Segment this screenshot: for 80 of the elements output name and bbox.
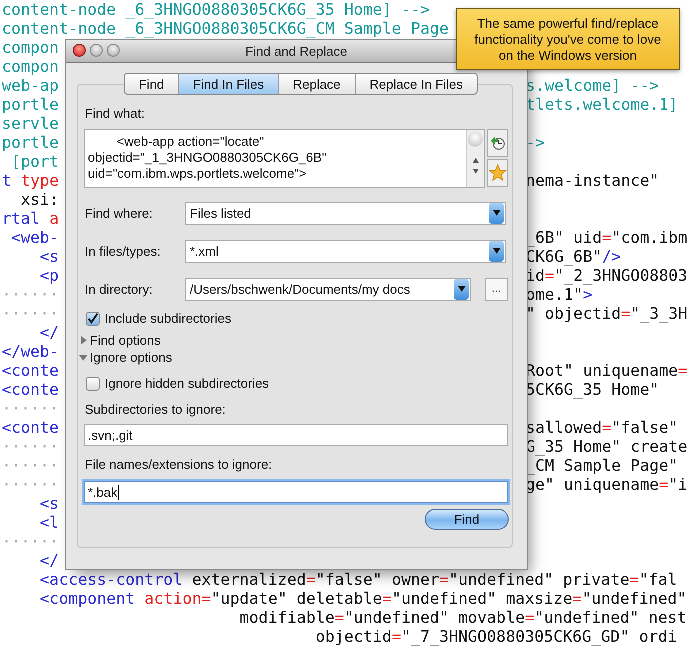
scrollbar[interactable] <box>466 130 484 187</box>
code-line: <l <box>39 513 60 532</box>
field-label: File names/extensions to ignore: <box>85 457 274 474</box>
file-types-dropdown[interactable]: *.xml <box>185 240 506 262</box>
checkbox[interactable] <box>86 312 100 326</box>
code-line: web-ap <box>2 76 60 95</box>
tab[interactable]: Replace In Files <box>354 74 478 94</box>
code-line: -> <box>526 133 546 152</box>
whitespace-marks: ······ <box>2 437 60 456</box>
history-button[interactable] <box>487 129 508 157</box>
checkbox-label[interactable]: Include subdirectories <box>86 311 512 326</box>
whitespace-marks: ······ <box>2 532 60 551</box>
whitespace-marks: ······ <box>2 399 60 418</box>
code-line: <web- <box>10 228 60 247</box>
field-label: Find where: <box>85 206 154 220</box>
disclosure-toggle[interactable]: Find options <box>79 332 512 349</box>
code-line: [port <box>10 152 60 171</box>
field-label: In files/types: <box>85 244 162 258</box>
code-line: <s <box>39 247 60 266</box>
zoom-button[interactable] <box>107 44 120 57</box>
code-line: modifiable="undefined" movable="undefined" nest <box>238 608 687 627</box>
find-what-field[interactable]: <web-app action="locate" objectid="_1_3HNGO0880305CK6G_6B" uid="com.ibm.wps.portlets.welcome"> <box>84 129 485 188</box>
find-button[interactable]: Find <box>425 509 509 530</box>
code-line: portle <box>2 133 60 152</box>
code-line: " objectid="_3_3H <box>526 304 688 323</box>
code-line: _CM Sample Page" <box>526 456 678 475</box>
star-icon <box>488 164 506 182</box>
field-label: Find what: <box>85 106 146 123</box>
code-line: tlets.welcome.1] <box>526 95 678 114</box>
code-line: servle <box>2 114 60 133</box>
disclosure-toggle[interactable]: Ignore options <box>79 349 512 366</box>
checkbox[interactable] <box>86 376 100 390</box>
window-title: Find and Replace <box>246 44 348 58</box>
code-line: s.welcome] --> <box>526 76 660 95</box>
find-where-dropdown[interactable]: Files listed <box>185 202 506 224</box>
checkbox-label[interactable]: Ignore hidden subdirectories <box>86 376 512 391</box>
field-label: Subdirectories to ignore: <box>85 402 227 419</box>
close-button[interactable] <box>73 44 86 57</box>
find-what-text: <web-app action="locate" objectid="_1_3HNGO0880305CK6G_6B" uid="com.ibm.wps.portlets.welcome"> <box>87 133 328 183</box>
code-line: <component action="update" deletable="undefined" maxsize="undefined" <box>39 589 687 608</box>
code-line: objectid="_7_3HNGO0880305CK6G_GD" ordi <box>314 627 678 646</box>
code-line: content-node _6_3HNGO0880305CK6G_35 Home] --> <box>2 0 430 19</box>
tab[interactable]: Replace <box>278 74 355 94</box>
code-line: compon <box>2 57 60 76</box>
directory-dropdown[interactable]: /Users/bschwenk/Documents/my docs <box>185 278 471 300</box>
code-line: id="_2_3HNGO08803 <box>526 266 688 285</box>
code-line: sallowed="false" <box>526 418 678 437</box>
whitespace-marks: ······ <box>2 475 60 494</box>
code-line: content-node _6_3HNGO0880305CK6G_CM Sample Page <box>2 19 449 38</box>
code-line: </web- <box>2 342 60 361</box>
code-line: <conte <box>2 361 60 380</box>
input-field[interactable]: *.bak <box>84 481 508 503</box>
code-line: <conte <box>2 380 60 399</box>
code-line: compon <box>2 38 60 57</box>
code-line: nema-instance" <box>526 171 660 190</box>
whitespace-marks: ······ <box>2 304 60 323</box>
code-line: _6B" uid="com.ibm <box>526 228 688 247</box>
code-line: <s <box>39 494 60 513</box>
code-line: </ <box>39 323 60 342</box>
code-line: 5CK6G_35 Home" <box>526 380 660 399</box>
code-line: <access-control externalized="false" owner="undefined" private="fal <box>39 570 678 589</box>
code-line: xsi: <box>20 190 60 209</box>
scroll-arrows-icon[interactable] <box>472 156 480 176</box>
whitespace-marks: ······ <box>2 285 60 304</box>
code-line: portle <box>2 95 60 114</box>
whitespace-marks: ······ <box>2 456 60 475</box>
code-line: <conte <box>2 418 60 437</box>
field-label: In directory: <box>85 282 154 296</box>
input-field[interactable]: .svn;.git <box>84 424 508 446</box>
code-line: <p <box>39 266 60 285</box>
browse-button[interactable]: ... <box>485 278 508 300</box>
minimize-button[interactable] <box>90 44 103 57</box>
code-line: ome.1"> <box>526 285 593 304</box>
tab[interactable]: Find In Files <box>178 74 278 94</box>
code-line: rtal a <box>2 209 60 228</box>
code-line: t type <box>2 171 60 190</box>
code-line: CK6G_6B"/> <box>526 247 622 266</box>
tooltip: The same powerful find/replace functionality you've come to love on the Windows version <box>456 8 680 70</box>
code-line: </ <box>39 551 60 570</box>
tab[interactable]: Find <box>124 74 178 94</box>
